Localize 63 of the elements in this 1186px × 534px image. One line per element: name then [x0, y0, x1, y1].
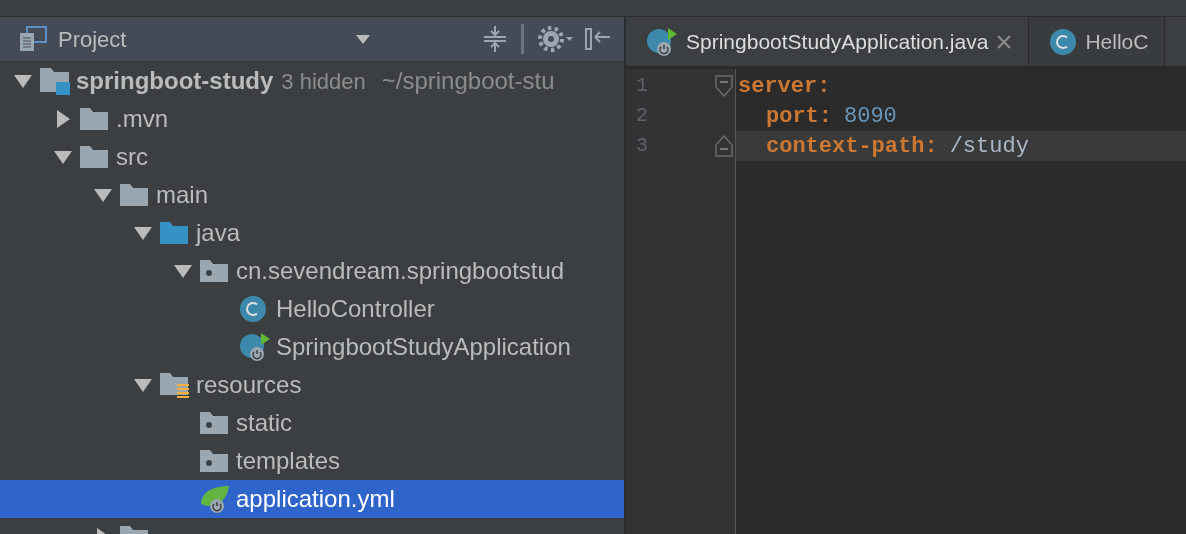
expanded-arrow-icon[interactable]: [52, 149, 73, 165]
project-view-icon: [18, 26, 48, 52]
package-folder-icon: [199, 410, 229, 436]
tab-label: SpringbootStudyApplication.java: [686, 28, 989, 55]
expanded-arrow-icon[interactable]: [92, 187, 113, 203]
tree-row[interactable]: .mvn: [0, 100, 624, 138]
project-path: ~/springboot-stu: [381, 66, 555, 96]
code-token: port:: [766, 102, 832, 131]
folder-icon: [79, 106, 109, 132]
spring-class-icon: [239, 332, 271, 362]
spring-class-icon: [646, 26, 678, 57]
expanded-arrow-icon[interactable]: [132, 225, 153, 241]
tree-row[interactable]: main: [0, 176, 624, 214]
expanded-arrow-icon[interactable]: [12, 73, 33, 89]
close-icon[interactable]: [996, 33, 1013, 50]
tree-row[interactable]: HelloController: [0, 290, 624, 328]
tree-item-label: java: [196, 218, 241, 248]
collapse-all-icon[interactable]: [483, 25, 507, 53]
tree-row[interactable]: cn.sevendream.springbootstud: [0, 252, 624, 290]
code-token: context-path:: [766, 132, 938, 161]
fold-marker-icon[interactable]: [715, 75, 733, 97]
tree-row[interactable]: java: [0, 214, 624, 252]
tree-row[interactable]: springboot-study 3 hidden ~/springboot-stu: [0, 62, 624, 100]
class-icon: [1049, 27, 1078, 56]
expanded-arrow-icon[interactable]: [132, 377, 153, 393]
tree-row[interactable]: SpringbootStudyApplication: [0, 328, 624, 366]
tree-item-label: HelloController: [276, 294, 435, 324]
tree-item-label: templates: [236, 446, 341, 476]
expanded-arrow-icon[interactable]: [172, 263, 193, 279]
package-folder-icon: [199, 258, 229, 284]
package-folder-icon: [199, 448, 229, 474]
tree-row[interactable]: src: [0, 138, 624, 176]
code-token: server:: [738, 72, 831, 101]
tree-row[interactable]: static: [0, 404, 624, 442]
hidden-count: 3 hidden: [281, 67, 366, 96]
tree-item-label: resources: [196, 370, 302, 400]
folder-icon: [119, 182, 149, 208]
tree-item-label: src: [116, 142, 148, 172]
tree-item-label: application.yml: [236, 484, 395, 514]
settings-icon[interactable]: [538, 25, 574, 53]
tree-item-label: main: [156, 180, 209, 210]
code-token: /study: [949, 132, 1029, 161]
tree-row[interactable]: templates: [0, 442, 624, 480]
hide-panel-icon[interactable]: [584, 25, 612, 53]
tree-row[interactable]: resources: [0, 366, 624, 404]
tree-row[interactable]: application.yml: [0, 480, 624, 518]
caret-icon: [356, 34, 370, 44]
class-icon: [239, 295, 267, 323]
project-view-dropdown[interactable]: Project: [58, 22, 370, 56]
spring-leaf-icon: [199, 484, 231, 514]
tree-item-label: cn.sevendream.springbootstud: [236, 256, 565, 286]
tree-item-label: .mvn: [116, 104, 168, 134]
tree-item-label: static: [236, 408, 292, 438]
resources-folder-icon: [159, 371, 191, 399]
tree-item-label: springboot-study: [76, 66, 274, 96]
module-folder-icon: [39, 66, 73, 96]
folder-icon: [79, 144, 109, 170]
collapsed-arrow-icon[interactable]: [54, 109, 71, 129]
fold-marker-icon[interactable]: [715, 135, 733, 157]
tree-item-label: SpringbootStudyApplication: [276, 332, 571, 362]
tab-label: HelloC: [1085, 28, 1149, 55]
code-token: 8090: [844, 102, 897, 131]
folder-icon: [159, 220, 189, 246]
